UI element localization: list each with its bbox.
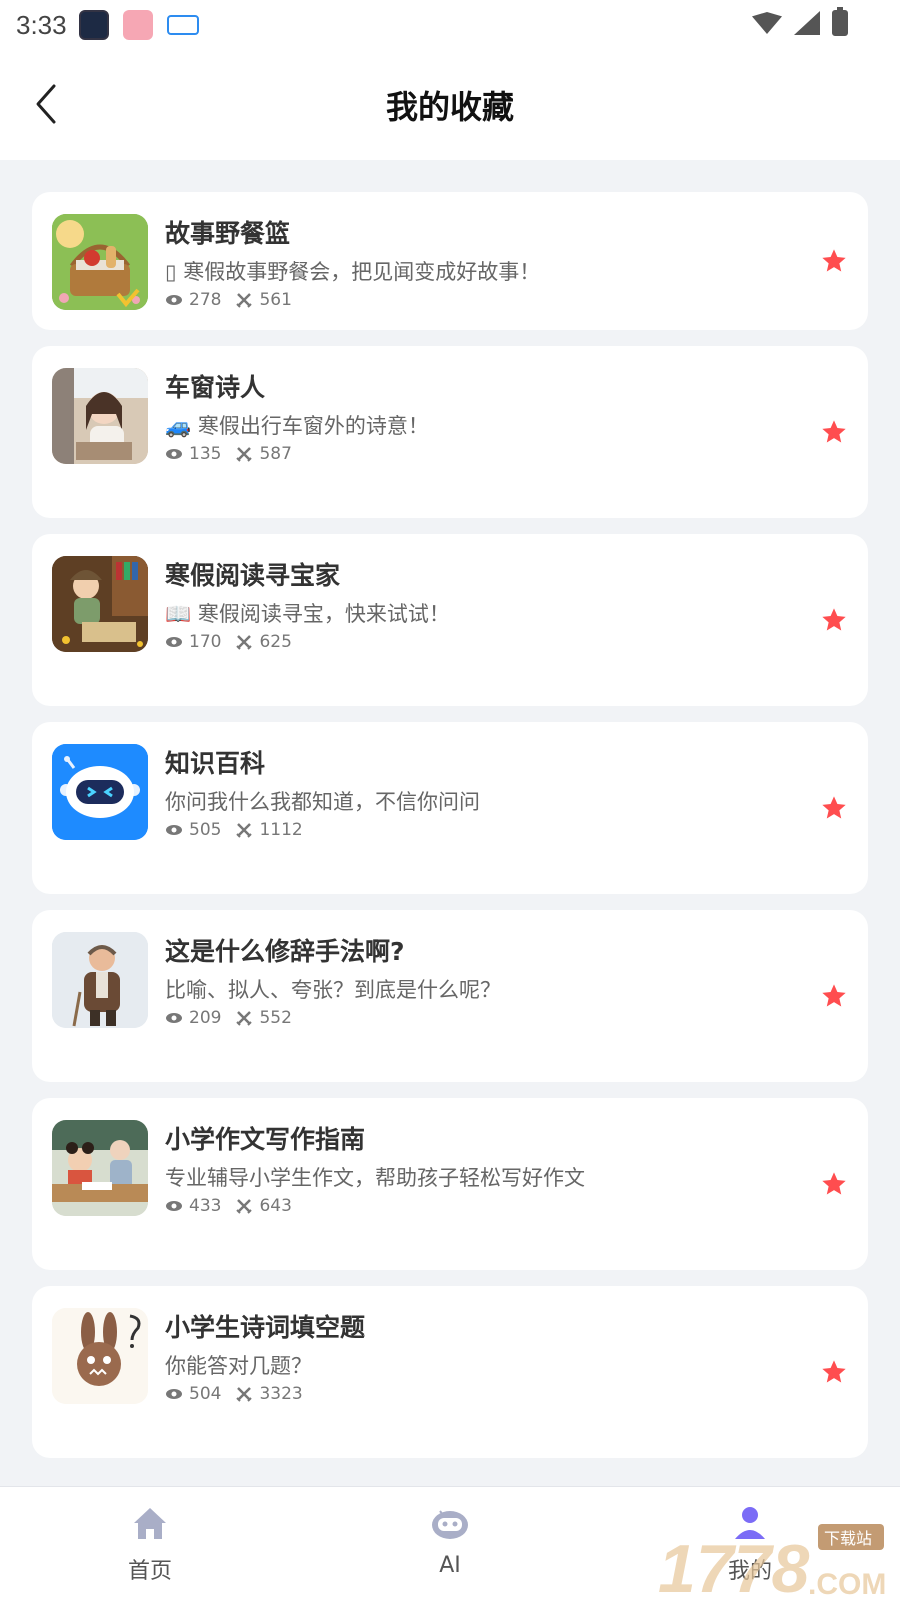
- status-time: 3:33: [16, 9, 67, 40]
- views-count: 170: [189, 632, 222, 652]
- nav-label-ai: AI: [439, 1553, 461, 1578]
- item-title: 小学生诗词填空题: [165, 1313, 366, 1342]
- girl-in-car-image: [52, 368, 148, 464]
- item-stats: 209 552: [165, 1008, 306, 1028]
- nav-item-home[interactable]: 首页: [75, 1487, 225, 1600]
- views-count: 278: [189, 290, 222, 310]
- svg-text:1778: 1778: [658, 1531, 809, 1600]
- item-title: 小学作文写作指南: [165, 1125, 366, 1154]
- item-description: 🚙 寒假出行车窗外的诗意！: [165, 414, 429, 438]
- uses-count: 587: [259, 444, 292, 464]
- item-stats: 504 3323: [165, 1384, 317, 1404]
- star-icon[interactable]: [820, 1358, 848, 1386]
- star-icon[interactable]: [820, 794, 848, 822]
- uses-count: 625: [259, 632, 292, 652]
- page-title: 我的收藏: [385, 88, 514, 126]
- views-count: 505: [189, 820, 222, 840]
- kids-writing-classroom-image: [52, 1120, 148, 1216]
- rabbit-question-image: [52, 1308, 148, 1404]
- favorite-card[interactable]: 寒假阅读寻宝家 📖 寒假阅读寻宝，快来试试！ 170 625: [32, 534, 868, 706]
- favorite-card[interactable]: 小学生诗词填空题 你能答对几题？ 504 3323: [32, 1286, 868, 1458]
- favorite-card[interactable]: 小学作文写作指南 专业辅导小学生作文，帮助孩子轻松写好作文 433 643: [32, 1098, 868, 1270]
- robot-head-image: [52, 744, 148, 840]
- uses-count: 561: [259, 290, 292, 310]
- views-count: 135: [189, 444, 222, 464]
- old-man-image: [52, 932, 148, 1028]
- views-count: 504: [189, 1384, 222, 1404]
- favorite-card[interactable]: 车窗诗人 🚙 寒假出行车窗外的诗意！ 135 587: [32, 346, 868, 518]
- eye-icon: [166, 1201, 182, 1211]
- item-description: 📖 寒假阅读寻宝，快来试试！: [165, 602, 450, 626]
- robot-icon: [432, 1510, 468, 1539]
- home-icon: [134, 1508, 166, 1539]
- eye-icon: [166, 1389, 182, 1399]
- status-indicators: [752, 7, 848, 36]
- star-icon[interactable]: [820, 418, 848, 446]
- favorite-card[interactable]: 知识百科 你问我什么我都知道，不信你问问 505 1112: [32, 722, 868, 894]
- favorites-list: 故事野餐篮 ▯ 寒假故事野餐会，把见闻变成好故事！ 278 561 车窗诗人 🚙…: [32, 192, 868, 1474]
- eye-icon: [166, 295, 182, 305]
- eye-icon: [166, 1013, 182, 1023]
- uses-count: 3323: [259, 1384, 303, 1404]
- crossed-swords-icon: [236, 823, 253, 838]
- boy-reading-treasure-image: [52, 556, 148, 652]
- views-count: 209: [189, 1008, 222, 1028]
- crossed-swords-icon: [236, 1011, 253, 1026]
- calendar-widget-icon: [78, 10, 109, 40]
- item-title: 寒假阅读寻宝家: [165, 561, 341, 590]
- signal-icon: [794, 11, 820, 35]
- item-stats: 505 1112: [165, 820, 317, 840]
- item-title: 车窗诗人: [165, 373, 266, 402]
- item-title: 故事野餐篮: [165, 219, 291, 248]
- item-description: ▯ 寒假故事野餐会，把见闻变成好故事！: [165, 260, 541, 284]
- uses-count: 643: [259, 1196, 292, 1216]
- bottom-nav: 首页 AI 我的 1778 下载站 .COM: [0, 1486, 900, 1600]
- star-icon[interactable]: [820, 982, 848, 1010]
- site-watermark-logo: 1778 下载站 .COM: [658, 1524, 886, 1600]
- crossed-swords-icon: [236, 1387, 253, 1402]
- favorite-card[interactable]: 这是什么修辞手法啊? 比喻、拟人、夸张？到底是什么呢？ 209 552: [32, 910, 868, 1082]
- views-count: 433: [189, 1196, 222, 1216]
- item-description: 比喻、拟人、夸张？到底是什么呢？: [165, 978, 501, 1002]
- battery-charging-icon: [832, 7, 848, 36]
- item-description: 专业辅导小学生作文，帮助孩子轻松写好作文: [165, 1166, 585, 1190]
- nav-item-ai[interactable]: AI: [375, 1487, 525, 1600]
- crossed-swords-icon: [236, 1199, 253, 1214]
- uses-count: 1112: [259, 820, 303, 840]
- item-stats: 170 625: [165, 632, 306, 652]
- picnic-basket-image: [52, 214, 148, 310]
- item-description: 你能答对几题？: [165, 1354, 312, 1378]
- star-icon[interactable]: [820, 606, 848, 634]
- wifi-icon: [752, 12, 782, 34]
- favorite-card[interactable]: 故事野餐篮 ▯ 寒假故事野餐会，把见闻变成好故事！ 278 561: [32, 192, 868, 330]
- item-stats: 278 561: [165, 290, 306, 310]
- svg-text:.COM: .COM: [808, 1568, 886, 1600]
- crossed-swords-icon: [236, 293, 253, 308]
- item-description: 你问我什么我都知道，不信你问问: [165, 790, 480, 814]
- star-icon[interactable]: [820, 1170, 848, 1198]
- crossed-swords-icon: [236, 635, 253, 650]
- item-title: 知识百科: [165, 749, 266, 778]
- rice-app-icon: [122, 10, 153, 40]
- star-icon[interactable]: [820, 247, 848, 275]
- car-app-icon: [166, 15, 199, 35]
- uses-count: 552: [259, 1008, 292, 1028]
- page-header: 我的收藏: [0, 50, 900, 160]
- eye-icon: [166, 449, 182, 459]
- eye-icon: [166, 637, 182, 647]
- item-stats: 433 643: [165, 1196, 306, 1216]
- svg-text:下载站: 下载站: [824, 1529, 872, 1548]
- item-stats: 135 587: [165, 444, 306, 464]
- status-bar: 3:33: [0, 0, 900, 50]
- eye-icon: [166, 825, 182, 835]
- nav-label-home: 首页: [127, 1559, 172, 1584]
- crossed-swords-icon: [236, 447, 253, 462]
- item-title: 这是什么修辞手法啊?: [165, 937, 405, 966]
